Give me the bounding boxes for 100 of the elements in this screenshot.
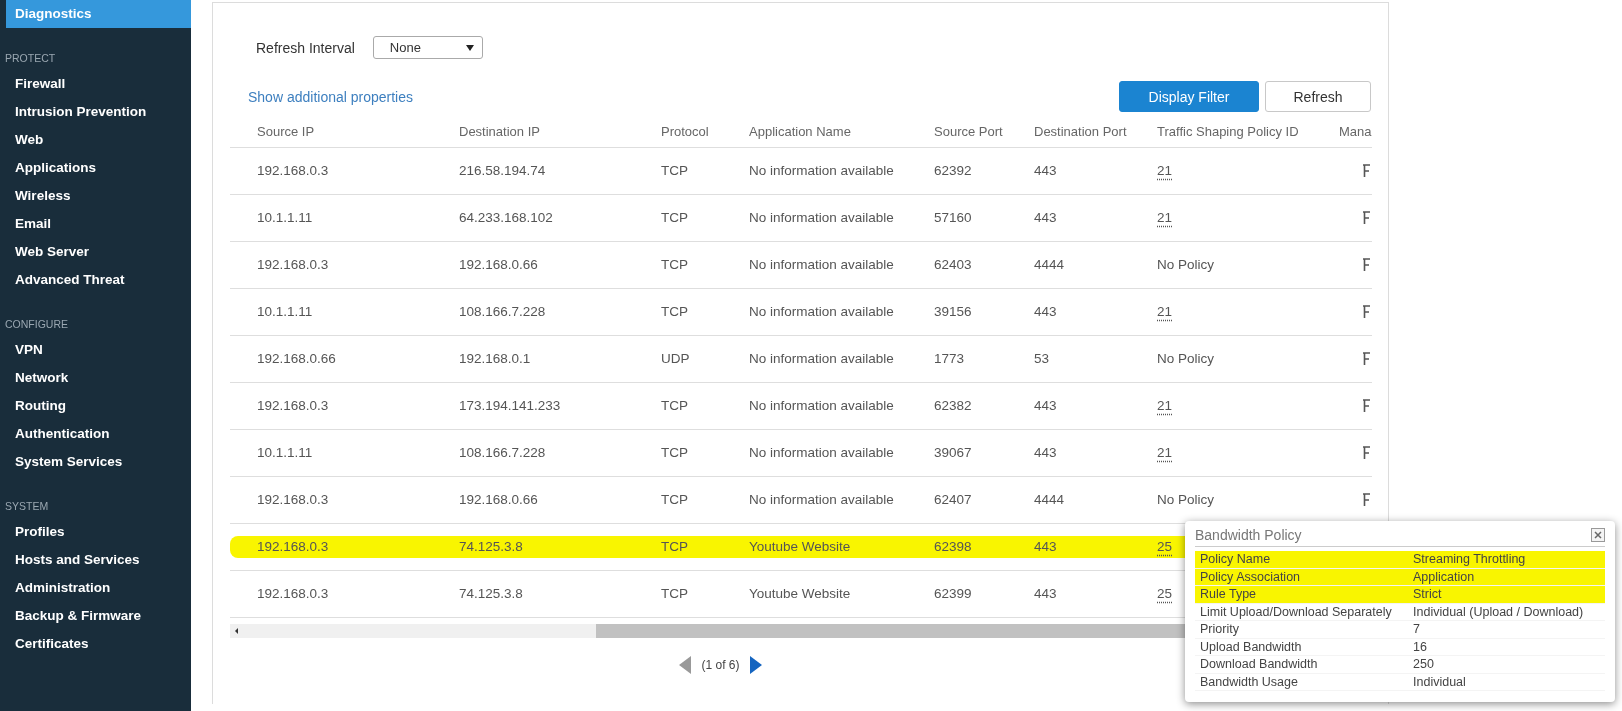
sidebar-item[interactable]: Certificates <box>0 630 191 658</box>
table-cell: 108.166.7.228 <box>459 445 546 460</box>
table-cell: TCP <box>661 492 688 507</box>
policy-link[interactable]: 21 <box>1157 398 1173 413</box>
table-cell: 108.166.7.228 <box>459 304 546 319</box>
column-header[interactable]: Mana <box>1335 117 1372 148</box>
policy-link[interactable]: 21 <box>1157 445 1173 460</box>
table-cell: 62403 <box>934 257 972 272</box>
table-cell: TCP <box>661 398 688 413</box>
next-page-icon[interactable] <box>749 656 762 674</box>
table-cell: TCP <box>661 163 688 178</box>
table-cell: No Policy <box>1157 492 1215 507</box>
refresh-button[interactable]: Refresh <box>1265 81 1371 112</box>
sidebar-item[interactable]: Applications <box>0 154 191 182</box>
column-header[interactable]: Source Port <box>930 117 1030 148</box>
table-cell: UDP <box>661 351 690 366</box>
table-cell: 192.168.0.3 <box>257 163 329 178</box>
sidebar-item[interactable]: Backup & Firmware <box>0 602 191 630</box>
table-cell: 192.168.0.66 <box>257 351 336 366</box>
table-cell: No Policy <box>1157 257 1215 272</box>
table-cell: 192.168.0.66 <box>459 492 538 507</box>
table-cell: 192.168.0.3 <box>257 492 329 507</box>
table-cell: No information available <box>749 398 894 413</box>
additional-properties-link[interactable]: Show additional properties <box>248 88 413 105</box>
sidebar-item[interactable]: Hosts and Services <box>0 546 191 574</box>
table-cell: 443 <box>1034 163 1057 178</box>
table-cell: 192.168.0.1 <box>459 351 531 366</box>
bracket-icon[interactable] <box>1363 446 1370 461</box>
refresh-interval-dropdown[interactable]: None <box>372 36 483 59</box>
table-cell: 62398 <box>934 539 972 554</box>
table-cell: 216.58.194.74 <box>459 163 546 178</box>
policy-link[interactable]: 21 <box>1157 210 1173 225</box>
table-cell: 443 <box>1034 445 1057 460</box>
property-value: 7 <box>1413 621 1420 638</box>
sidebar-item[interactable]: Wireless <box>0 182 191 210</box>
sidebar-item[interactable]: VPN <box>0 336 191 364</box>
policy-link[interactable]: 25 <box>1157 539 1173 554</box>
table-cell: 10.1.1.11 <box>257 210 313 225</box>
bracket-icon[interactable] <box>1363 258 1370 273</box>
property-value: Streaming Throttling <box>1413 551 1526 568</box>
sidebar-item[interactable]: Profiles <box>0 518 191 546</box>
column-header[interactable]: Traffic Shaping Policy ID <box>1153 117 1335 148</box>
sidebar-item[interactable]: Web <box>0 126 191 154</box>
policy-link[interactable]: 21 <box>1157 304 1173 319</box>
policy-link[interactable]: 25 <box>1157 586 1173 601</box>
sidebar-item[interactable]: System Services <box>0 448 191 476</box>
table-cell: TCP <box>661 257 688 272</box>
policy-link[interactable]: 21 <box>1157 163 1173 178</box>
table-cell: 39067 <box>934 445 972 460</box>
column-header[interactable]: Protocol <box>657 117 745 148</box>
property-value: 250 <box>1413 656 1434 673</box>
property-label: Rule Type <box>1200 586 1258 603</box>
display-filter-button[interactable]: Display Filter <box>1119 81 1259 112</box>
sidebar-heading: CONFIGURE <box>4 317 69 332</box>
table-cell: 192.168.0.66 <box>459 257 538 272</box>
sidebar-item[interactable]: Email <box>0 210 191 238</box>
bracket-icon[interactable] <box>1363 211 1370 226</box>
table-cell: TCP <box>661 586 688 601</box>
sidebar-item[interactable]: Routing <box>0 392 191 420</box>
sidebar-item[interactable]: Web Server <box>0 238 191 266</box>
property-label: Policy Association <box>1200 568 1302 585</box>
table-cell: Youtube Website <box>749 539 851 554</box>
bracket-icon[interactable] <box>1363 399 1370 414</box>
column-header[interactable]: Destination IP <box>455 117 657 148</box>
table-cell: 62399 <box>934 586 972 601</box>
sidebar-item[interactable]: Administration <box>0 574 191 602</box>
column-header[interactable]: Source IP <box>230 117 455 148</box>
table-cell: 443 <box>1034 539 1057 554</box>
table-cell: 443 <box>1034 398 1057 413</box>
bracket-icon[interactable] <box>1363 164 1370 179</box>
table-cell: 74.125.3.8 <box>459 539 523 554</box>
table-cell: 57160 <box>934 210 972 225</box>
table-cell: No information available <box>749 445 894 460</box>
table-cell: TCP <box>661 304 688 319</box>
table-cell: 192.168.0.3 <box>257 398 329 413</box>
bracket-icon[interactable] <box>1363 493 1370 508</box>
table-cell: 10.1.1.11 <box>257 445 313 460</box>
bracket-icon[interactable] <box>1363 305 1370 320</box>
column-header[interactable]: Application Name <box>745 117 930 148</box>
caret-icon <box>465 44 474 51</box>
table-cell: TCP <box>661 210 688 225</box>
table-cell: 443 <box>1034 304 1057 319</box>
page-indicator: (1 of 6) <box>701 658 740 672</box>
sidebar-item[interactable]: Intrusion Prevention <box>0 98 191 126</box>
table-cell: 62382 <box>934 398 972 413</box>
column-header[interactable]: Destination Port <box>1030 117 1153 148</box>
sidebar-heading: PROTECT <box>4 51 57 66</box>
table-cell: 62392 <box>934 163 972 178</box>
sidebar-item[interactable]: Authentication <box>0 420 191 448</box>
sidebar-item[interactable]: Network <box>0 364 191 392</box>
property-value: Application <box>1413 568 1475 585</box>
sidebar-item[interactable]: Advanced Threat <box>0 266 191 294</box>
close-icon[interactable] <box>1591 528 1605 542</box>
property-label: Bandwidth Usage <box>1200 673 1299 690</box>
property-label: Upload Bandwidth <box>1200 638 1303 655</box>
property-value: Individual <box>1413 673 1466 690</box>
table-cell: No Policy <box>1157 351 1215 366</box>
table-cell: No information available <box>749 257 894 272</box>
sidebar-item[interactable]: Firewall <box>0 70 191 98</box>
bracket-icon[interactable] <box>1363 352 1370 367</box>
